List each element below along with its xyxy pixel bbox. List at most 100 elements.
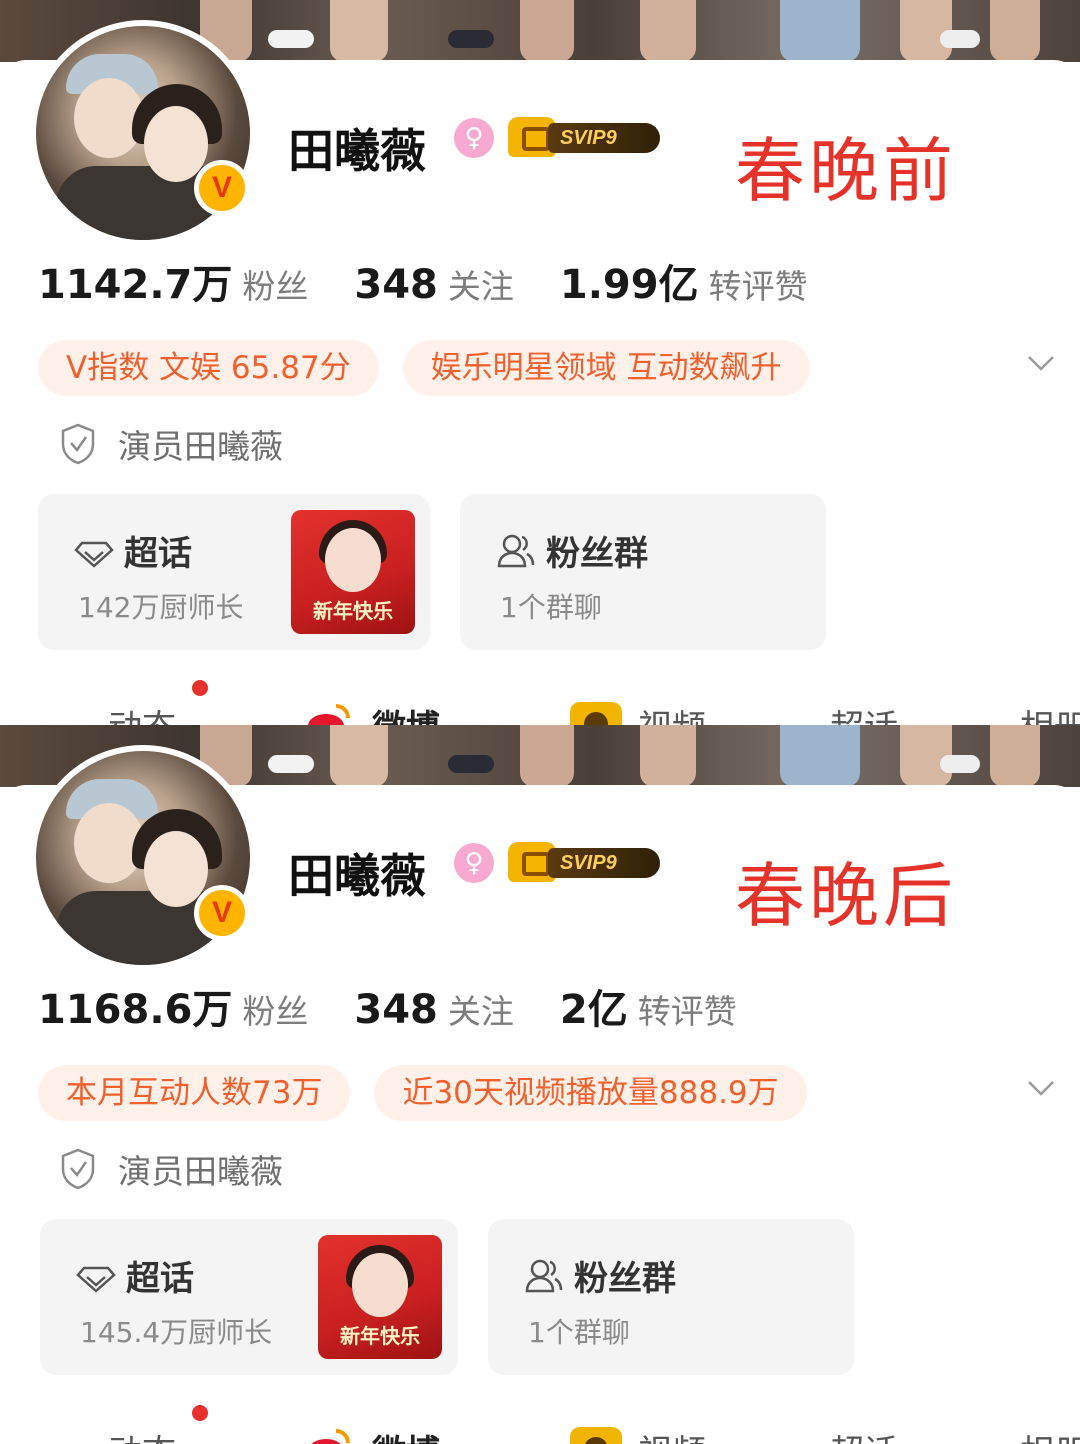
identity-text: 演员田曦薇 [118, 1152, 283, 1191]
supertopic-thumbnail[interactable]: 新年快乐 [318, 1235, 442, 1359]
profile-name: 田曦薇 [288, 124, 426, 178]
female-icon: ♀ [454, 118, 494, 158]
fangroup-title: 粉丝群 [574, 1259, 676, 1299]
supertopic-title: 超话 [124, 534, 192, 574]
interactions-count[interactable]: 1.99亿 [560, 252, 699, 310]
supertopic-tile[interactable]: 超话 142万厨师长 新年快乐 [38, 494, 430, 650]
tab-feed[interactable]: 动态 [108, 700, 176, 725]
tag-chip[interactable]: V指数 文娱 65.87分 [38, 340, 379, 396]
notification-dot [192, 1405, 208, 1421]
interactions-count[interactable]: 2亿 [560, 977, 628, 1035]
supertopic-title-row: 超话 [74, 526, 192, 575]
cover-detail [330, 0, 388, 62]
handwritten-annotation: 春晚前 [735, 130, 957, 212]
thumbnail-detail [352, 1253, 408, 1317]
tag-chip[interactable]: 娱乐明星领域 互动数飙升 [402, 340, 810, 396]
cover-detail [990, 0, 1040, 62]
tag-chips: 本月互动人数73万 近30天视频播放量888.9万 [38, 1065, 831, 1121]
supertopic-thumbnail[interactable]: 新年快乐 [291, 510, 415, 634]
verified-v-icon: V [194, 885, 250, 941]
cover-detail [780, 725, 860, 787]
diamond-icon [74, 541, 114, 568]
cover-detail [990, 725, 1040, 787]
identity-text: 演员田曦薇 [118, 427, 283, 466]
profile-panel-before: V 田曦薇 ♀ SVIP9 春晚前 1142.7万 粉丝 348 关注 1.99… [0, 0, 1080, 725]
profile-card: V 田曦薇 ♀ SVIP9 春晚前 1142.7万 粉丝 348 关注 1.99… [0, 20, 1080, 725]
cover-detail [520, 0, 574, 62]
interactions-label: 转评赞 [708, 267, 808, 306]
cover-detail [448, 30, 494, 48]
tag-chip[interactable]: 近30天视频播放量888.9万 [374, 1065, 807, 1121]
following-label: 关注 [447, 267, 514, 306]
identity-row: 演员田曦薇 [60, 420, 283, 468]
profile-tabs: 动态 微博 视频 超话 相册 [0, 1405, 1080, 1444]
supertopic-tile[interactable]: 超话 145.4万厨师长 新年快乐 [40, 1219, 458, 1375]
fangroup-subtitle: 1个群聊 [528, 1316, 630, 1349]
tag-chips: V指数 文娱 65.87分 娱乐明星领域 互动数飙升 [38, 340, 834, 396]
cover-detail [640, 725, 696, 787]
chevron-down-icon[interactable] [1026, 1073, 1056, 1103]
profile-name: 田曦薇 [288, 849, 426, 903]
svip-label: SVIP9 [548, 123, 660, 153]
supertopic-title: 超话 [126, 1259, 194, 1299]
tag-chip[interactable]: 本月互动人数73万 [38, 1065, 351, 1121]
svip-crown-icon[interactable]: SVIP9 [508, 840, 660, 884]
followers-count[interactable]: 1168.6万 [38, 977, 232, 1035]
profile-card: V 田曦薇 ♀ SVIP9 春晚后 1168.6万 粉丝 348 关注 2亿 转… [0, 745, 1080, 1444]
following-count[interactable]: 348 [354, 262, 438, 308]
thumbnail-caption: 新年快乐 [313, 599, 393, 623]
cover-detail [520, 725, 574, 787]
supertopic-subtitle: 142万厨师长 [78, 591, 244, 624]
supertopic-subtitle: 145.4万厨师长 [80, 1316, 273, 1349]
tab-video[interactable]: 视频 [638, 1425, 706, 1444]
tab-album[interactable]: 相册 [1020, 1425, 1080, 1444]
cover-detail [268, 755, 314, 773]
followers-count[interactable]: 1142.7万 [38, 252, 232, 310]
fangroup-subtitle: 1个群聊 [500, 591, 602, 624]
tab-album[interactable]: 相册 [1020, 700, 1080, 725]
profile-panel-after: V 田曦薇 ♀ SVIP9 春晚后 1168.6万 粉丝 348 关注 2亿 转… [0, 725, 1080, 1444]
interactions-label: 转评赞 [637, 992, 737, 1031]
thumbnail-caption: 新年快乐 [340, 1324, 420, 1348]
following-label: 关注 [447, 992, 514, 1031]
shield-check-icon [61, 1148, 95, 1190]
fangroup-title-row: 粉丝群 [524, 1251, 676, 1300]
cover-detail [940, 755, 980, 773]
tab-weibo[interactable]: 微博 [372, 700, 440, 725]
fangroup-title-row: 粉丝群 [496, 526, 648, 575]
following-count[interactable]: 348 [354, 987, 438, 1033]
fangroup-tile[interactable]: 粉丝群 1个群聊 [460, 494, 826, 650]
cover-detail [268, 30, 314, 48]
cover-detail [640, 0, 696, 62]
tab-feed[interactable]: 动态 [108, 1425, 176, 1444]
cover-detail [330, 725, 388, 787]
supertopic-title-row: 超话 [76, 1251, 194, 1300]
group-users-icon [525, 1259, 563, 1292]
identity-row: 演员田曦薇 [60, 1145, 283, 1193]
tab-video[interactable]: 视频 [638, 700, 706, 725]
female-icon: ♀ [454, 843, 494, 883]
weibo-logo-icon [308, 704, 350, 725]
chevron-down-icon[interactable] [1026, 348, 1056, 378]
svip-label: SVIP9 [548, 848, 660, 878]
verified-v-icon: V [194, 160, 250, 216]
cover-detail [780, 0, 860, 62]
stats-row: 1142.7万 粉丝 348 关注 1.99亿 转评赞 [38, 252, 854, 310]
fangroup-tile[interactable]: 粉丝群 1个群聊 [488, 1219, 854, 1375]
cover-detail [940, 30, 980, 48]
notification-dot [192, 680, 208, 696]
group-users-icon [497, 534, 535, 567]
fangroup-title: 粉丝群 [546, 534, 648, 574]
video-icon [570, 1427, 622, 1444]
cover-detail [448, 755, 494, 773]
weibo-logo-icon [311, 1429, 350, 1444]
tab-weibo[interactable]: 微博 [372, 1425, 440, 1444]
shield-check-icon [61, 423, 95, 465]
tab-supertopic[interactable]: 超话 [830, 700, 898, 725]
tab-supertopic[interactable]: 超话 [830, 1425, 898, 1444]
video-icon [570, 702, 622, 725]
profile-tabs: 动态 微博 视频 超话 相册 [0, 680, 1080, 725]
followers-label: 粉丝 [242, 267, 309, 306]
thumbnail-detail [325, 528, 381, 592]
svip-crown-icon[interactable]: SVIP9 [508, 115, 660, 159]
